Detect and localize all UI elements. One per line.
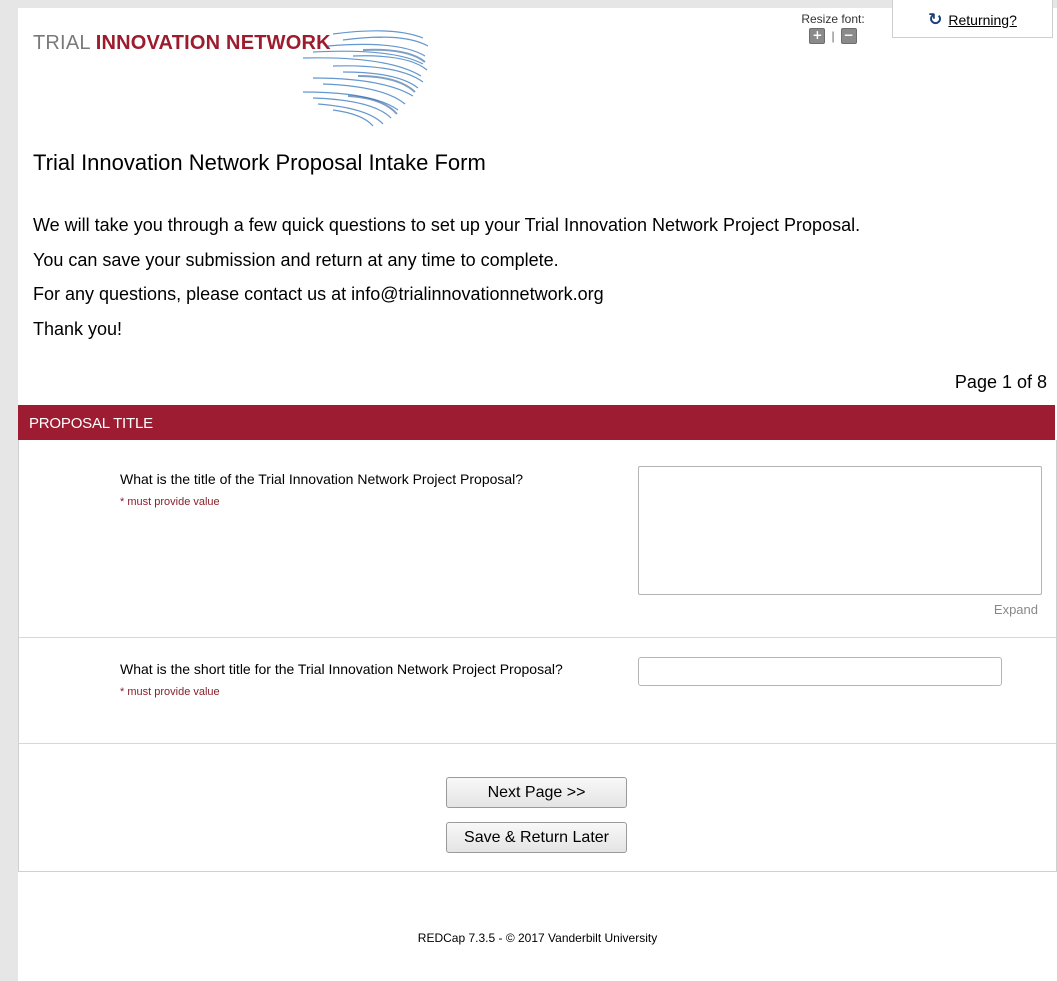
resize-font-control: Resize font: + | − <box>790 12 876 44</box>
refresh-icon: ↻ <box>928 9 943 30</box>
required-note: * must provide value <box>120 496 220 508</box>
next-page-button[interactable]: Next Page >> <box>446 777 627 808</box>
form-area: What is the title of the Trial Innovatio… <box>18 440 1057 872</box>
question-row-title: What is the title of the Trial Innovatio… <box>19 440 1056 638</box>
section-header: PROPOSAL TITLE <box>18 405 1055 440</box>
logo-text-trial: TRIAL <box>33 32 96 54</box>
question-text: What is the title of the Trial Innovatio… <box>120 471 524 487</box>
logo: TRIAL INNOVATION NETWORK <box>33 26 433 128</box>
returning-tab[interactable]: ↻ Returning? <box>892 0 1053 38</box>
footer: REDCap 7.3.5 - © 2017 Vanderbilt Univers… <box>417 931 658 945</box>
question-text: What is the short title for the Trial In… <box>120 661 563 677</box>
returning-link[interactable]: Returning? <box>948 12 1017 28</box>
increase-font-icon[interactable]: + <box>809 28 826 44</box>
short-title-input[interactable] <box>638 657 1002 686</box>
question-row-short-title: What is the short title for the Trial In… <box>19 638 1056 744</box>
intro-text: We will take you through a few quick que… <box>33 208 860 346</box>
intro-line: You can save your submission and return … <box>33 249 559 270</box>
page-title: Trial Innovation Network Proposal Intake… <box>33 150 486 175</box>
survey-container: TRIAL INNOVATION NETWORK Resize font: + … <box>18 0 1057 981</box>
intro-line: We will take you through a few quick que… <box>33 215 861 235</box>
question-label: What is the title of the Trial Innovatio… <box>120 470 590 511</box>
decrease-font-icon[interactable]: − <box>840 28 857 44</box>
resize-font-label: Resize font: <box>801 12 865 26</box>
intro-line: Thank you! <box>33 318 123 339</box>
expand-link[interactable]: Expand <box>994 602 1038 617</box>
proposal-title-textarea[interactable] <box>638 466 1042 595</box>
question-label: What is the short title for the Trial In… <box>120 660 590 701</box>
logo-graphic-icon <box>302 30 429 127</box>
required-note: * must provide value <box>120 686 220 698</box>
save-return-later-button[interactable]: Save & Return Later <box>446 822 627 853</box>
page-indicator: Page 1 of 8 <box>954 372 1047 392</box>
intro-line: For any questions, please contact us at … <box>33 284 604 304</box>
resize-separator: | <box>831 29 835 43</box>
